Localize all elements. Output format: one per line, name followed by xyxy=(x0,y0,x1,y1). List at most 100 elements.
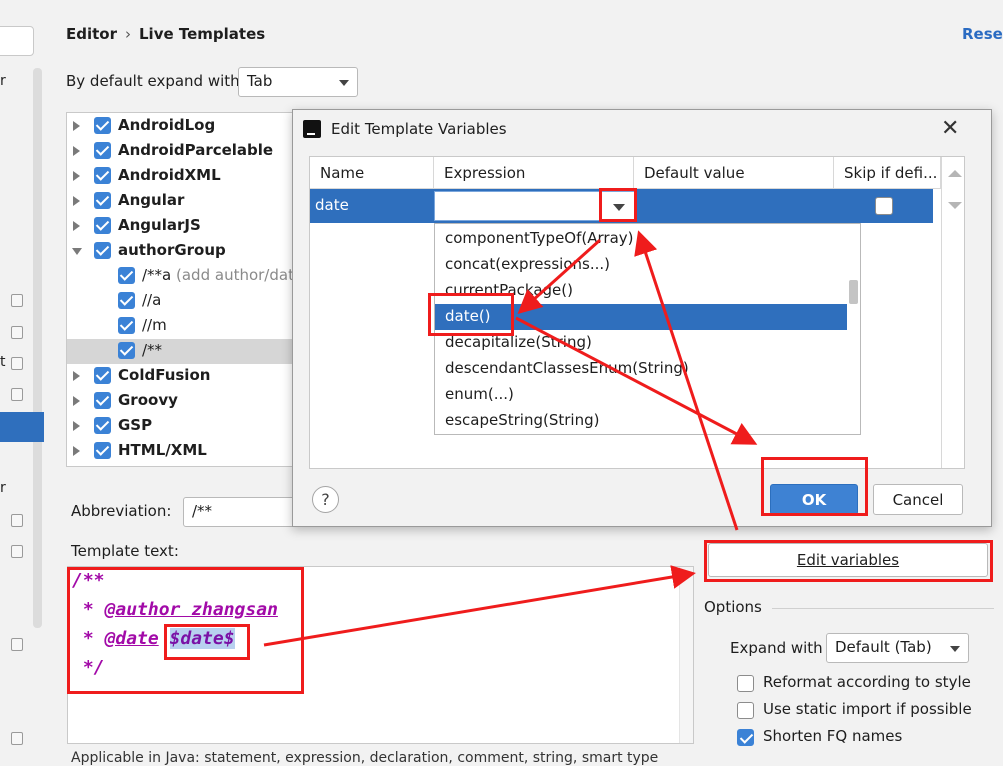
expand-down-icon[interactable] xyxy=(72,248,82,255)
default-expand-select[interactable]: Tab xyxy=(238,67,358,97)
tree-checkbox[interactable] xyxy=(94,192,111,209)
tree-item-label: authorGroup xyxy=(118,241,226,259)
column-header-default-value[interactable]: Default value xyxy=(634,157,834,189)
template-tree[interactable]: AndroidLog AndroidParcelable AndroidXML Ang… xyxy=(66,112,294,467)
shorten-fq-checkbox[interactable] xyxy=(737,729,754,746)
expand-right-icon[interactable] xyxy=(73,146,80,156)
tree-checkbox[interactable] xyxy=(94,217,111,234)
tree-group-row[interactable]: authorGroup xyxy=(67,239,293,264)
skip-if-defined-checkbox[interactable] xyxy=(875,197,893,215)
column-header-expression[interactable]: Expression xyxy=(434,157,634,189)
variable-name-cell[interactable]: date xyxy=(315,196,349,214)
list-item[interactable]: escapeString(String) xyxy=(435,408,847,434)
chevron-down-icon xyxy=(339,80,349,86)
tree-template-row[interactable]: /** xyxy=(67,339,293,364)
tree-group-row[interactable]: ColdFusion xyxy=(67,364,293,389)
tree-item-label: AndroidLog xyxy=(118,116,216,134)
copy-icon xyxy=(11,732,23,745)
tree-group-row[interactable]: Groovy xyxy=(67,389,293,414)
tree-item-label: Groovy xyxy=(118,391,178,409)
editor-scrollbar[interactable] xyxy=(679,567,693,743)
cancel-button[interactable]: Cancel xyxy=(873,484,963,515)
tree-item-label: /**a (add author/date xyxy=(142,266,294,284)
static-import-label: Use static import if possible xyxy=(763,700,972,718)
tree-checkbox[interactable] xyxy=(94,142,111,159)
tree-checkbox[interactable] xyxy=(94,417,111,434)
tree-checkbox[interactable] xyxy=(118,317,135,334)
sidebar-item-letter[interactable]: r xyxy=(0,73,6,89)
tree-group-row[interactable]: AndroidLog xyxy=(67,114,293,139)
breadcrumb-editor[interactable]: Editor xyxy=(66,25,117,43)
tree-item-label: Angular xyxy=(118,191,185,209)
list-item[interactable]: descendantClassesEnum(String) xyxy=(435,356,847,382)
sidebar-item-letter[interactable]: t xyxy=(0,354,6,370)
variables-table[interactable]: Name Expression Default value Skip if de… xyxy=(309,156,965,469)
tree-checkbox[interactable] xyxy=(94,367,111,384)
tree-template-row[interactable]: /**a (add author/date xyxy=(67,264,294,289)
expand-with-option-label: Expand with xyxy=(730,639,823,657)
copy-icon xyxy=(11,545,23,558)
tree-checkbox[interactable] xyxy=(118,342,135,359)
copy-icon xyxy=(11,514,23,527)
tree-group-row[interactable]: AngularJS xyxy=(67,214,293,239)
tree-item-label: AndroidXML xyxy=(118,166,221,184)
tree-item-description: (add author/date xyxy=(171,266,294,284)
copy-icon xyxy=(11,388,23,401)
list-item[interactable]: concat(expressions...) xyxy=(435,252,847,278)
tree-checkbox[interactable] xyxy=(94,442,111,459)
sidebar-item-letter[interactable]: r xyxy=(0,480,6,496)
annotation-highlight xyxy=(761,457,868,516)
static-import-checkbox[interactable] xyxy=(737,702,754,719)
tree-group-row[interactable]: HTML/XML xyxy=(67,439,293,464)
expand-right-icon[interactable] xyxy=(73,221,80,231)
tree-checkbox[interactable] xyxy=(118,292,135,309)
tree-template-row[interactable]: //m xyxy=(67,314,293,339)
tree-checkbox[interactable] xyxy=(94,167,111,184)
scroll-up-icon[interactable] xyxy=(948,170,962,177)
tree-checkbox[interactable] xyxy=(118,267,135,284)
sidebar-item-selected[interactable] xyxy=(0,412,44,442)
help-button[interactable]: ? xyxy=(312,486,339,513)
scroll-down-icon[interactable] xyxy=(948,202,962,209)
expand-right-icon[interactable] xyxy=(73,421,80,431)
column-header-skip[interactable]: Skip if defi... xyxy=(834,157,941,189)
applicable-contexts-hint[interactable]: Applicable in Java: statement, expressio… xyxy=(71,750,658,766)
popup-scrollbar-thumb[interactable] xyxy=(849,280,858,304)
tree-checkbox[interactable] xyxy=(94,392,111,409)
table-scrollbar[interactable] xyxy=(941,157,965,468)
tree-checkbox[interactable] xyxy=(94,117,111,134)
options-heading: Options xyxy=(704,598,762,616)
expand-right-icon[interactable] xyxy=(73,396,80,406)
list-item[interactable]: componentTypeOf(Array) xyxy=(435,226,847,252)
shorten-fq-label: Shorten FQ names xyxy=(763,727,903,745)
tree-group-row[interactable]: AndroidParcelable xyxy=(67,139,293,164)
expand-right-icon[interactable] xyxy=(73,121,80,131)
tree-group-row[interactable]: Angular xyxy=(67,189,293,214)
tree-item-label: /** xyxy=(142,341,163,359)
tree-group-row[interactable]: GSP xyxy=(67,414,293,439)
settings-sidebar: r t r xyxy=(0,0,44,760)
abbreviation-input[interactable]: /** xyxy=(183,497,298,527)
expand-right-icon[interactable] xyxy=(73,446,80,456)
expand-right-icon[interactable] xyxy=(73,171,80,181)
reset-link[interactable]: Reset xyxy=(962,25,1003,43)
expand-right-icon[interactable] xyxy=(73,196,80,206)
chevron-down-icon xyxy=(950,646,960,652)
reformat-checkbox[interactable] xyxy=(737,675,754,692)
annotation-highlight xyxy=(428,293,514,336)
settings-search-input[interactable] xyxy=(0,26,34,56)
tree-checkbox[interactable] xyxy=(94,242,111,259)
expand-with-select[interactable]: Default (Tab) xyxy=(826,633,969,663)
intellij-logo-icon xyxy=(301,118,323,140)
column-header-name[interactable]: Name xyxy=(310,157,434,189)
reformat-label: Reformat according to style xyxy=(763,673,971,691)
tree-group-row[interactable]: AndroidXML xyxy=(67,164,293,189)
default-expand-value: Tab xyxy=(247,72,273,90)
close-icon[interactable]: ✕ xyxy=(941,116,959,141)
expand-right-icon[interactable] xyxy=(73,371,80,381)
list-item[interactable]: enum(...) xyxy=(435,382,847,408)
tree-item-label: AngularJS xyxy=(118,216,201,234)
sidebar-scrollbar[interactable] xyxy=(33,68,42,628)
tree-template-row[interactable]: //a xyxy=(67,289,293,314)
copy-icon xyxy=(11,638,23,651)
